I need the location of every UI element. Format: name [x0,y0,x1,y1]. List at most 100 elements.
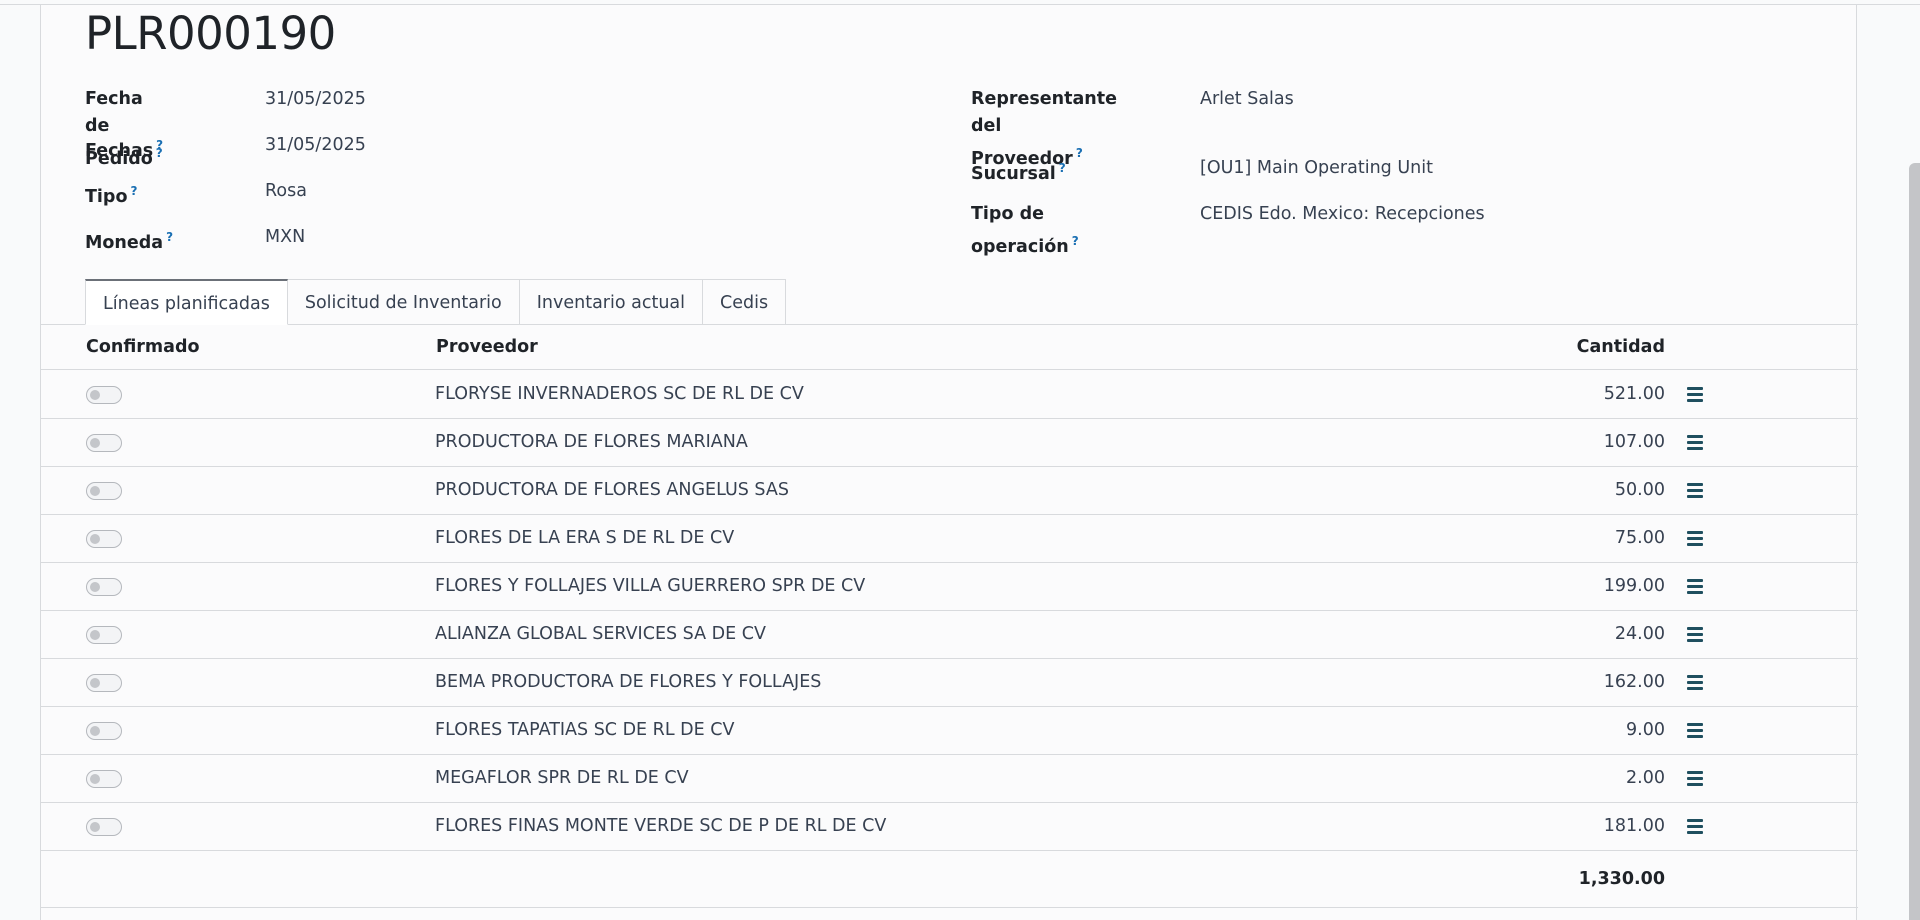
field-value[interactable]: 31/05/2025 [265,86,366,113]
label-text-line1: Representante del [971,89,1117,136]
proveedor-cell[interactable]: FLORES TAPATIAS SC DE RL DE CV [435,707,734,753]
hamburger-menu-icon[interactable] [1687,675,1703,691]
confirmado-toggle[interactable] [86,386,122,404]
field-label: Tipo de operación? [971,201,1079,261]
table-row[interactable]: ALIANZA GLOBAL SERVICES SA DE CV 24.00 [41,611,1858,659]
hamburger-line [1687,543,1703,546]
hamburger-line [1687,393,1703,396]
confirmado-toggle[interactable] [86,626,122,644]
cantidad-cell[interactable]: 9.00 [1626,707,1665,753]
toggle-knob [90,774,100,784]
help-icon[interactable]: ? [131,184,138,198]
column-header-proveedor[interactable]: Proveedor [436,325,538,370]
help-icon[interactable]: ? [156,138,163,152]
confirmado-toggle[interactable] [86,530,122,548]
confirmado-toggle[interactable] [86,578,122,596]
confirmado-toggle[interactable] [86,722,122,740]
confirmado-toggle[interactable] [86,818,122,836]
column-header-confirmado[interactable]: Confirmado [86,325,200,370]
table-row[interactable]: PRODUCTORA DE FLORES MARIANA 107.00 [41,419,1858,467]
confirmado-toggle[interactable] [86,674,122,692]
proveedor-cell[interactable]: FLORYSE INVERNADEROS SC DE RL DE CV [435,371,804,417]
table-row[interactable]: FLORES FINAS MONTE VERDE SC DE P DE RL D… [41,803,1858,851]
hamburger-line [1687,627,1703,630]
proveedor-cell[interactable]: ALIANZA GLOBAL SERVICES SA DE CV [435,611,766,657]
table-row[interactable]: FLORES TAPATIAS SC DE RL DE CV 9.00 [41,707,1858,755]
cantidad-cell[interactable]: 50.00 [1615,467,1665,513]
toggle-knob [90,630,100,640]
field-value[interactable]: Rosa [265,178,307,205]
tab-lineas-planificadas[interactable]: Líneas planificadas [85,279,288,325]
hamburger-menu-icon[interactable] [1687,627,1703,643]
confirmado-toggle[interactable] [86,434,122,452]
hamburger-line [1687,771,1703,774]
field-value[interactable]: Arlet Salas [1200,86,1294,113]
hamburger-menu-icon[interactable] [1687,531,1703,547]
cantidad-cell[interactable]: 24.00 [1615,611,1665,657]
field-value[interactable]: [OU1] Main Operating Unit [1200,155,1433,182]
table-row[interactable]: FLORYSE INVERNADEROS SC DE RL DE CV 521.0… [41,371,1858,419]
table-footer: 1,330.00 [41,850,1858,908]
table-row[interactable]: MEGAFLOR SPR DE RL DE CV 2.00 [41,755,1858,803]
help-icon[interactable]: ? [1059,161,1066,175]
proveedor-cell[interactable]: FLORES FINAS MONTE VERDE SC DE P DE RL D… [435,803,886,849]
cantidad-cell[interactable]: 2.00 [1626,755,1665,801]
hamburger-line [1687,531,1703,534]
hamburger-menu-icon[interactable] [1687,579,1703,595]
proveedor-cell[interactable]: MEGAFLOR SPR DE RL DE CV [435,755,689,801]
hamburger-line [1687,819,1703,822]
vertical-scrollbar[interactable] [1909,163,1920,920]
toggle-knob [90,678,100,688]
hamburger-line [1687,639,1703,642]
cantidad-cell[interactable]: 521.00 [1604,371,1665,417]
column-header-cantidad[interactable]: Cantidad [1577,325,1665,370]
hamburger-line [1687,537,1703,540]
hamburger-menu-icon[interactable] [1687,387,1703,403]
help-icon[interactable]: ? [1076,146,1083,160]
proveedor-cell[interactable]: FLORES Y FOLLAJES VILLA GUERRERO SPR DE … [435,563,865,609]
field-value[interactable]: CEDIS Edo. Mexico: Recepciones [1200,201,1485,228]
field-value[interactable]: MXN [265,224,305,251]
hamburger-menu-icon[interactable] [1687,435,1703,451]
hamburger-line [1687,441,1703,444]
form-sheet: PLR000190 Fecha de Pedido? 31/05/2025 Fe… [40,5,1858,920]
hamburger-line [1687,735,1703,738]
help-icon[interactable]: ? [1072,234,1079,248]
field-value[interactable]: 31/05/2025 [265,132,366,159]
hamburger-line [1687,783,1703,786]
table-row[interactable]: PRODUCTORA DE FLORES ANGELUS SAS 50.00 [41,467,1858,515]
proveedor-cell[interactable]: PRODUCTORA DE FLORES ANGELUS SAS [435,467,789,513]
hamburger-line [1687,387,1703,390]
cantidad-cell[interactable]: 181.00 [1604,803,1665,849]
confirmado-toggle[interactable] [86,770,122,788]
hamburger-menu-icon[interactable] [1687,723,1703,739]
hamburger-line [1687,489,1703,492]
proveedor-cell[interactable]: PRODUCTORA DE FLORES MARIANA [435,419,748,465]
help-icon[interactable]: ? [166,230,173,244]
hamburger-line [1687,495,1703,498]
hamburger-line [1687,399,1703,402]
tab-solicitud-inventario[interactable]: Solicitud de Inventario [287,279,520,325]
proveedor-cell[interactable]: FLORES DE LA ERA S DE RL DE CV [435,515,734,561]
hamburger-line [1687,435,1703,438]
hamburger-line [1687,675,1703,678]
table-row[interactable]: BEMA PRODUCTORA DE FLORES Y FOLLAJES 162.… [41,659,1858,707]
hamburger-menu-icon[interactable] [1687,483,1703,499]
hamburger-line [1687,831,1703,834]
tab-inventario-actual[interactable]: Inventario actual [519,279,704,325]
hamburger-menu-icon[interactable] [1687,819,1703,835]
cantidad-cell[interactable]: 162.00 [1604,659,1665,705]
cantidad-cell[interactable]: 75.00 [1615,515,1665,561]
cantidad-cell[interactable]: 199.00 [1604,563,1665,609]
confirmado-toggle[interactable] [86,482,122,500]
cantidad-cell[interactable]: 107.00 [1604,419,1665,465]
hamburger-menu-icon[interactable] [1687,771,1703,787]
hamburger-line [1687,681,1703,684]
proveedor-cell[interactable]: BEMA PRODUCTORA DE FLORES Y FOLLAJES [435,659,821,705]
table-row[interactable]: FLORES DE LA ERA S DE RL DE CV 75.00 [41,515,1858,563]
record-title: PLR000190 [85,7,336,60]
hamburger-line [1687,723,1703,726]
tab-cedis[interactable]: Cedis [703,279,787,325]
table-row[interactable]: FLORES Y FOLLAJES VILLA GUERRERO SPR DE … [41,563,1858,611]
hamburger-line [1687,483,1703,486]
